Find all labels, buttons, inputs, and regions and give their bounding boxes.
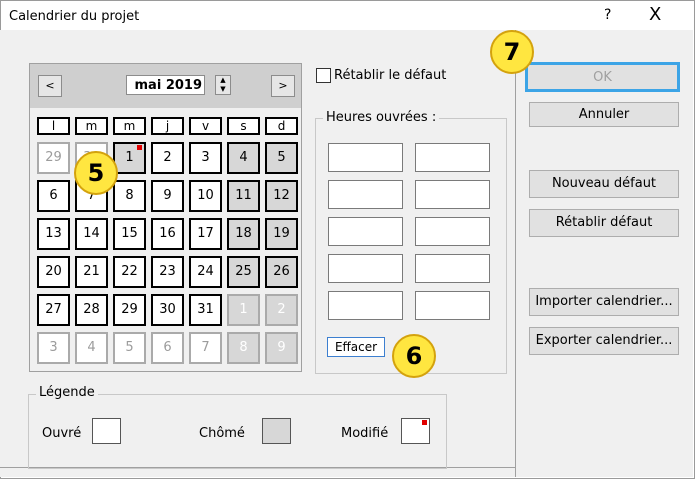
calendar-day[interactable]: 18 <box>227 218 260 250</box>
day-of-week-header: m <box>113 117 146 135</box>
calendar-day[interactable]: 14 <box>75 218 108 250</box>
reset-default-button[interactable]: Rétablir défaut <box>529 209 679 237</box>
calendar-day[interactable]: 9 <box>151 180 184 212</box>
working-hours-field[interactable] <box>328 180 403 209</box>
day-of-week-header: d <box>265 117 298 135</box>
calendar-day[interactable]: 27 <box>37 294 70 326</box>
calendar-day[interactable]: 29 <box>37 142 70 174</box>
spin-up-icon[interactable]: ▲ <box>216 76 230 85</box>
day-of-week-header: v <box>189 117 222 135</box>
calendar-header: < mai 2019 ▲ ▼ > <box>30 64 301 108</box>
calendar-day[interactable]: 25 <box>227 256 260 288</box>
calendar-day[interactable]: 1 <box>113 142 146 174</box>
reset-default-label: Rétablir le défaut <box>334 68 447 83</box>
reset-default-checkbox[interactable] <box>316 68 331 83</box>
callout-5: 5 <box>74 151 118 195</box>
working-hours-field[interactable] <box>328 291 403 320</box>
legend-closed-swatch <box>262 418 291 444</box>
calendar-day[interactable]: 10 <box>189 180 222 212</box>
help-icon[interactable]: ? <box>604 7 611 23</box>
calendar-day[interactable]: 6 <box>37 180 70 212</box>
working-hours-field[interactable] <box>415 254 490 283</box>
working-hours-label: Heures ouvrées : <box>323 110 440 125</box>
modified-marker-icon <box>137 145 142 150</box>
month-year-field[interactable]: mai 2019 <box>126 75 205 95</box>
calendar-day[interactable]: 2 <box>151 142 184 174</box>
working-hours-field[interactable] <box>328 254 403 283</box>
calendar-day[interactable]: 11 <box>227 180 260 212</box>
vertical-divider <box>515 30 516 477</box>
calendar-day[interactable]: 17 <box>189 218 222 250</box>
calendar-day[interactable]: 3 <box>37 332 70 364</box>
calendar-day[interactable]: 6 <box>151 332 184 364</box>
legend-modified-swatch <box>401 418 430 444</box>
calendar: < mai 2019 ▲ ▼ > lmmjvsd 293012345678910… <box>29 63 302 372</box>
callout-6: 6 <box>392 334 436 378</box>
working-hours-field[interactable] <box>415 217 490 246</box>
day-of-week-header: m <box>75 117 108 135</box>
cancel-button[interactable]: Annuler <box>529 102 679 127</box>
calendar-day[interactable]: 5 <box>113 332 146 364</box>
calendar-day[interactable]: 24 <box>189 256 222 288</box>
calendar-day[interactable]: 21 <box>75 256 108 288</box>
calendar-day[interactable]: 13 <box>37 218 70 250</box>
working-hours-field[interactable] <box>328 143 403 172</box>
working-hours-field[interactable] <box>415 143 490 172</box>
spin-down-icon[interactable]: ▼ <box>216 85 230 94</box>
next-month-button[interactable]: > <box>271 75 295 97</box>
working-hours-field[interactable] <box>415 291 490 320</box>
calendar-day[interactable]: 3 <box>189 142 222 174</box>
calendar-day[interactable]: 19 <box>265 218 298 250</box>
close-icon[interactable]: X <box>649 4 661 25</box>
legend-open-swatch <box>92 418 121 444</box>
calendar-day[interactable]: 8 <box>113 180 146 212</box>
calendar-day[interactable]: 12 <box>265 180 298 212</box>
calendar-day[interactable]: 22 <box>113 256 146 288</box>
modified-marker-icon <box>422 420 427 425</box>
calendar-day[interactable]: 8 <box>227 332 260 364</box>
year-spinner[interactable]: ▲ ▼ <box>215 75 231 95</box>
callout-7: 7 <box>490 30 534 74</box>
calendar-day[interactable]: 16 <box>151 218 184 250</box>
dialog-title: Calendrier du projet <box>9 9 140 24</box>
prev-month-button[interactable]: < <box>38 75 62 97</box>
calendar-day[interactable]: 4 <box>75 332 108 364</box>
calendar-day[interactable]: 15 <box>113 218 146 250</box>
clear-button[interactable]: Effacer <box>327 337 385 357</box>
calendar-day[interactable]: 9 <box>265 332 298 364</box>
calendar-day[interactable]: 23 <box>151 256 184 288</box>
calendar-day[interactable]: 31 <box>189 294 222 326</box>
export-calendar-button[interactable]: Exporter calendrier... <box>529 327 679 355</box>
calendar-day[interactable]: 7 <box>189 332 222 364</box>
calendar-day[interactable]: 2 <box>265 294 298 326</box>
legend-modified-label: Modifié <box>341 426 389 441</box>
calendar-day[interactable]: 5 <box>265 142 298 174</box>
legend-closed-label: Chômé <box>199 426 245 441</box>
calendar-day[interactable]: 4 <box>227 142 260 174</box>
calendar-day[interactable]: 1 <box>227 294 260 326</box>
new-default-button[interactable]: Nouveau défaut <box>529 170 679 198</box>
working-hours-field[interactable] <box>328 217 403 246</box>
calendar-day[interactable]: 29 <box>113 294 146 326</box>
day-of-week-header: s <box>227 117 260 135</box>
day-of-week-header: j <box>151 117 184 135</box>
calendar-day[interactable]: 30 <box>151 294 184 326</box>
title-bar: Calendrier du projet ? X <box>1 1 694 31</box>
import-calendar-button[interactable]: Importer calendrier... <box>529 288 679 316</box>
calendar-day[interactable]: 26 <box>265 256 298 288</box>
calendar-day[interactable]: 20 <box>37 256 70 288</box>
calendar-day[interactable]: 28 <box>75 294 108 326</box>
legend-title: Légende <box>36 385 98 400</box>
legend-open-label: Ouvré <box>42 426 82 441</box>
ok-button[interactable]: OK <box>525 62 680 92</box>
working-hours-field[interactable] <box>415 180 490 209</box>
day-of-week-header: l <box>37 117 70 135</box>
